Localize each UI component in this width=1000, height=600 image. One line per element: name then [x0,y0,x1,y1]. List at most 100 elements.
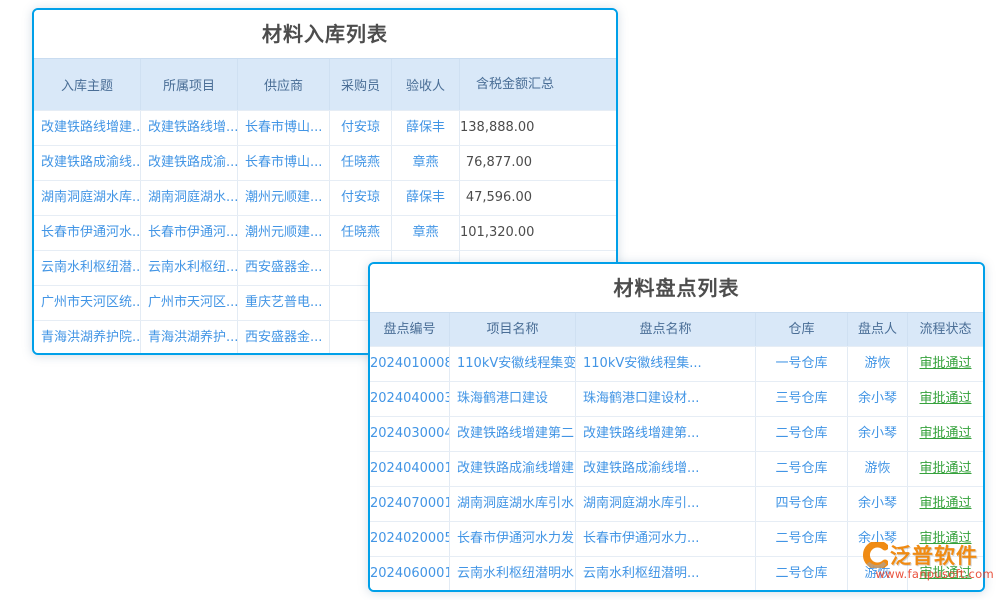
cell-warehouse: 二号仓库 [756,557,848,591]
cell-project-link[interactable]: 改建铁路线增... [141,111,238,145]
inbound-window-title: 材料入库列表 [34,10,616,58]
cell-warehouse: 二号仓库 [756,452,848,486]
cell-project-link[interactable]: 湖南洞庭湖水... [141,181,238,215]
cell-status-link[interactable]: 审批通过 [908,487,983,521]
cell-name-link[interactable]: 110kV安徽线程集... [576,347,756,381]
cell-subject-link[interactable]: 长春市伊通河水... [34,216,141,250]
cell-supplier-link[interactable]: 重庆艺普电... [238,286,330,320]
column-header-purchaser: 采购员 [330,59,392,110]
cell-code-link[interactable]: 2024030004 [370,417,450,451]
cell-warehouse: 二号仓库 [756,522,848,556]
cell-warehouse: 三号仓库 [756,382,848,416]
table-row: 2024030004 改建铁路线增建第二... 改建铁路线增建第... 二号仓库… [370,416,983,451]
cell-purchaser: 付安琼 [330,111,392,145]
cell-person: 游恢 [848,452,908,486]
column-header-subject: 入库主题 [34,59,141,110]
table-row: 2024070001 湖南洞庭湖水库引水... 湖南洞庭湖水库引... 四号仓库… [370,486,983,521]
cell-purchaser: 付安琼 [330,181,392,215]
cell-status-link[interactable]: 审批通过 [908,382,983,416]
column-header-inspector: 验收人 [392,59,460,110]
cell-project-link[interactable]: 云南水利枢纽潜明水... [450,557,576,591]
stocktake-window-title: 材料盘点列表 [370,264,983,312]
column-header-project: 项目名称 [450,313,576,346]
cell-inspector: 章燕 [392,216,460,250]
cell-code-link[interactable]: 2024040003 [370,382,450,416]
cell-code-link[interactable]: 2024070001 [370,487,450,521]
cell-subject-link[interactable]: 青海洪湖养护院... [34,321,141,355]
cell-code-link[interactable]: 2024020005 [370,522,450,556]
cell-code-link[interactable]: 2024060001 [370,557,450,591]
cell-project-link[interactable]: 长春市伊通河水力发... [450,522,576,556]
cell-name-link[interactable]: 珠海鹤港口建设材... [576,382,756,416]
cell-amount: 138,888.00 [460,111,616,145]
cell-project-link[interactable]: 青海洪湖养护... [141,321,238,355]
cell-subject-link[interactable]: 改建铁路线增建... [34,111,141,145]
cell-code-link[interactable]: 2024010008 [370,347,450,381]
cell-warehouse: 四号仓库 [756,487,848,521]
column-header-status: 流程状态 [908,313,983,346]
cell-supplier-link[interactable]: 长春市博山... [238,146,330,180]
cell-amount: 47,596.00 [460,181,616,215]
cell-person: 游恢 [848,347,908,381]
cell-subject-link[interactable]: 改建铁路成渝线... [34,146,141,180]
column-header-project: 所属项目 [141,59,238,110]
cell-project-link[interactable]: 长春市伊通河... [141,216,238,250]
cell-inspector: 章燕 [392,146,460,180]
inbound-header-row: 入库主题 所属项目 供应商 采购员 验收人 含税金额汇总 [34,58,616,110]
cell-project-link[interactable]: 湖南洞庭湖水库引水... [450,487,576,521]
cell-subject-link[interactable]: 广州市天河区统... [34,286,141,320]
cell-status-link[interactable]: 审批通过 [908,347,983,381]
cell-supplier-link[interactable]: 西安盛器金... [238,321,330,355]
cell-warehouse: 二号仓库 [756,417,848,451]
cell-name-link[interactable]: 湖南洞庭湖水库引... [576,487,756,521]
cell-inspector: 薛保丰 [392,181,460,215]
cell-person: 余小琴 [848,487,908,521]
cell-project-link[interactable]: 云南水利枢纽... [141,251,238,285]
cell-name-link[interactable]: 云南水利枢纽潜明... [576,557,756,591]
cell-project-link[interactable]: 改建铁路线增建第二... [450,417,576,451]
table-row: 湖南洞庭湖水库... 湖南洞庭湖水... 潮州元顺建... 付安琼 薛保丰 47… [34,180,616,215]
fanpu-watermark: 泛普软件 www.fanpusoft.com [860,540,994,581]
cell-purchaser: 任晓燕 [330,146,392,180]
column-header-amount-label: 含税金额汇总 [476,76,548,94]
column-header-amount: 含税金额汇总 [460,59,616,110]
table-row: 2024040001 改建铁路成渝线增建... 改建铁路成渝线增... 二号仓库… [370,451,983,486]
cell-subject-link[interactable]: 湖南洞庭湖水库... [34,181,141,215]
column-header-warehouse: 仓库 [756,313,848,346]
cell-supplier-link[interactable]: 西安盛器金... [238,251,330,285]
cell-subject-link[interactable]: 云南水利枢纽潜... [34,251,141,285]
cell-name-link[interactable]: 长春市伊通河水力... [576,522,756,556]
cell-project-link[interactable]: 珠海鹤港口建设 [450,382,576,416]
stocktake-header-row: 盘点编号 项目名称 盘点名称 仓库 盘点人 流程状态 [370,312,983,346]
watermark-brand: 泛普软件 [890,540,978,570]
cell-warehouse: 一号仓库 [756,347,848,381]
column-header-person: 盘点人 [848,313,908,346]
table-row: 2024010008 110kV安徽线程集变... 110kV安徽线程集... … [370,346,983,381]
column-header-supplier: 供应商 [238,59,330,110]
column-header-code: 盘点编号 [370,313,450,346]
cell-status-link[interactable]: 审批通过 [908,417,983,451]
table-row: 2024040003 珠海鹤港口建设 珠海鹤港口建设材... 三号仓库 余小琴 … [370,381,983,416]
cell-project-link[interactable]: 110kV安徽线程集变... [450,347,576,381]
cell-person: 余小琴 [848,382,908,416]
cell-supplier-link[interactable]: 长春市博山... [238,111,330,145]
cell-project-link[interactable]: 广州市天河区... [141,286,238,320]
table-row: 长春市伊通河水... 长春市伊通河... 潮州元顺建... 任晓燕 章燕 101… [34,215,616,250]
cell-name-link[interactable]: 改建铁路成渝线增... [576,452,756,486]
cell-amount: 101,320.00 [460,216,616,250]
cell-purchaser: 任晓燕 [330,216,392,250]
table-row: 改建铁路线增建... 改建铁路线增... 长春市博山... 付安琼 薛保丰 13… [34,110,616,145]
cell-project-link[interactable]: 改建铁路成渝线增建... [450,452,576,486]
cell-project-link[interactable]: 改建铁路成渝... [141,146,238,180]
cell-supplier-link[interactable]: 潮州元顺建... [238,216,330,250]
cell-status-link[interactable]: 审批通过 [908,452,983,486]
cell-amount: 76,877.00 [460,146,616,180]
cell-inspector: 薛保丰 [392,111,460,145]
cell-supplier-link[interactable]: 潮州元顺建... [238,181,330,215]
cell-person: 余小琴 [848,417,908,451]
watermark-url: www.fanpusoft.com [860,567,994,581]
column-header-name: 盘点名称 [576,313,756,346]
table-row: 改建铁路成渝线... 改建铁路成渝... 长春市博山... 任晓燕 章燕 76,… [34,145,616,180]
cell-name-link[interactable]: 改建铁路线增建第... [576,417,756,451]
cell-code-link[interactable]: 2024040001 [370,452,450,486]
